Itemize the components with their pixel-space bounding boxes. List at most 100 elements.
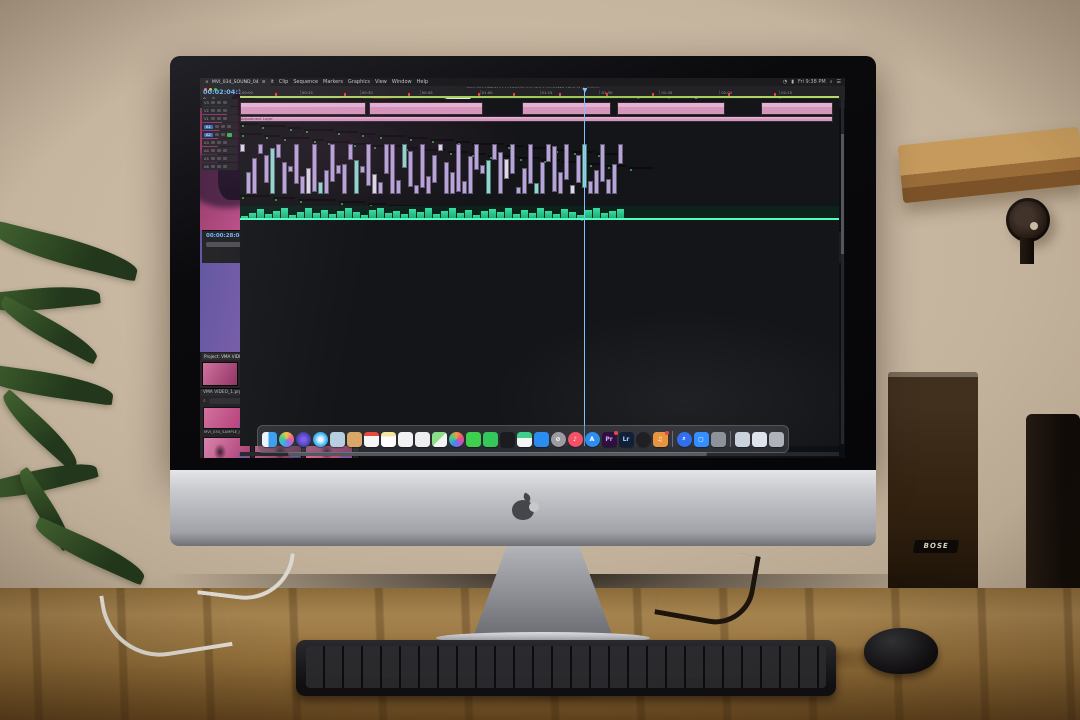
mosaic-clip[interactable] [390, 144, 395, 194]
mouse[interactable] [864, 628, 938, 674]
mosaic-clip[interactable] [594, 170, 599, 194]
track-lock-toggle[interactable] [210, 149, 215, 152]
mute-toggle[interactable] [226, 125, 231, 128]
mosaic-clip[interactable] [396, 180, 401, 194]
mosaic-clip[interactable] [252, 158, 257, 194]
dock-preview[interactable] [329, 431, 345, 447]
mosaic-clip[interactable] [510, 144, 515, 174]
dock-trash[interactable] [768, 431, 784, 447]
apple-keyboard[interactable] [296, 640, 836, 696]
mute-toggle[interactable] [222, 101, 227, 104]
track-header-v2[interactable]: V2 [202, 107, 238, 114]
track-lock-toggle[interactable] [210, 117, 215, 120]
dock-siri[interactable] [295, 431, 311, 447]
video-track-v1[interactable] [240, 133, 839, 171]
track-target-badge[interactable]: A1 [204, 124, 213, 129]
mosaic-clip[interactable] [618, 144, 623, 164]
track-header-a1[interactable]: A1 [202, 123, 238, 130]
track-lock-toggle[interactable] [214, 125, 219, 128]
dock-media-folder[interactable]: ♫ [652, 430, 669, 447]
dock-folder-mail[interactable] [346, 431, 362, 447]
audio-clip[interactable] [273, 197, 295, 201]
mosaic-clip[interactable] [360, 165, 365, 173]
mosaic-clip[interactable] [282, 162, 287, 194]
dock-notes[interactable] [380, 431, 396, 447]
vertical-scrollbar[interactable] [841, 99, 844, 444]
dock-zoom[interactable]: ▢ [693, 431, 709, 447]
timeline-clip[interactable] [240, 133, 262, 137]
mosaic-clip[interactable] [564, 144, 569, 180]
track-area[interactable]: Adjustment Layer [240, 99, 839, 446]
music-waveform-track[interactable] [240, 206, 839, 220]
dock-calendar[interactable] [363, 431, 379, 447]
mosaic-clip[interactable] [600, 144, 605, 182]
panel-menu-icon[interactable]: ≡ [262, 80, 266, 85]
audio-clip[interactable] [298, 199, 336, 203]
mosaic-clip[interactable] [498, 152, 503, 194]
mosaic-clip[interactable] [264, 155, 269, 183]
menu-markers[interactable]: Markers [323, 79, 343, 85]
dock-keynote[interactable] [533, 431, 549, 447]
mute-toggle[interactable] [222, 149, 227, 152]
mosaic-clip[interactable] [372, 174, 377, 194]
track-header-a3[interactable]: A3 [202, 139, 238, 146]
dock-facetime[interactable] [482, 431, 498, 447]
mosaic-clip[interactable] [486, 160, 491, 194]
mosaic-clip[interactable] [432, 155, 437, 183]
mosaic-clip[interactable] [588, 181, 593, 194]
mosaic-clip[interactable] [306, 168, 311, 194]
sync-lock-toggle[interactable] [216, 117, 221, 120]
dock-music[interactable]: ♪ [567, 431, 583, 447]
timeline-playhead[interactable] [584, 88, 586, 446]
mute-toggle[interactable] [222, 109, 227, 112]
mute-toggle[interactable] [222, 117, 227, 120]
timeline-clip[interactable] [761, 102, 833, 115]
timeline-clip[interactable] [312, 139, 324, 143]
menu-help[interactable]: Help [417, 79, 428, 85]
sync-lock-toggle[interactable] [216, 157, 221, 160]
track-target-badge[interactable]: A2 [204, 132, 213, 137]
menu-clip[interactable]: Clip [279, 79, 288, 85]
time-ruler[interactable]: 00:00 00:15 00:30 00:45 01:00 01:15 01:30 01:45… [240, 88, 839, 96]
mosaic-clip[interactable] [288, 166, 293, 172]
timeline-clip[interactable] [260, 125, 286, 129]
dock-restricted[interactable]: ⊘ [550, 431, 566, 447]
mosaic-clip[interactable] [522, 168, 527, 194]
dock-lightroom[interactable]: Lr [618, 431, 634, 447]
sync-lock-toggle[interactable] [216, 165, 221, 168]
mosaic-clip[interactable] [426, 176, 431, 194]
mosaic-clip[interactable] [528, 144, 533, 184]
mosaic-clip[interactable] [270, 148, 275, 194]
dock-messages[interactable] [465, 431, 481, 447]
audio-clip[interactable] [339, 201, 365, 205]
dock-spotlight[interactable]: ⌕ [676, 431, 692, 447]
menu-bar-clock[interactable]: Fri 9:38 PM [798, 79, 826, 85]
track-header-a4[interactable]: A4 [202, 147, 238, 154]
menu-window[interactable]: Window [392, 79, 412, 85]
track-lock-toggle[interactable] [210, 165, 215, 168]
audio-clip[interactable] [368, 203, 386, 207]
dock-finder[interactable] [261, 431, 277, 447]
dock-gray-app[interactable] [710, 431, 726, 447]
mosaic-clip[interactable] [240, 144, 245, 152]
dock-photos[interactable] [278, 431, 294, 447]
track-lock-toggle[interactable] [210, 109, 215, 112]
mute-toggle[interactable] [222, 157, 227, 160]
mosaic-clip[interactable] [414, 185, 419, 194]
mosaic-clip[interactable] [450, 172, 455, 194]
dock-safari[interactable] [312, 431, 328, 447]
mosaic-clip[interactable] [558, 172, 563, 194]
mosaic-clip[interactable] [552, 146, 557, 192]
track-lock-toggle[interactable] [210, 141, 215, 144]
spotlight-icon[interactable]: ⌕ [830, 79, 833, 85]
solo-button[interactable] [226, 132, 232, 137]
mosaic-clip[interactable] [612, 164, 617, 194]
mosaic-clip[interactable] [576, 155, 581, 183]
mosaic-clip[interactable] [570, 185, 575, 194]
mosaic-clip[interactable] [504, 159, 509, 179]
mute-toggle[interactable] [222, 141, 227, 144]
sync-lock-toggle[interactable] [220, 133, 225, 136]
mosaic-clip[interactable] [492, 144, 497, 160]
dock-photos-flower[interactable] [448, 431, 464, 447]
notification-center-icon[interactable]: ☰ [837, 79, 841, 85]
